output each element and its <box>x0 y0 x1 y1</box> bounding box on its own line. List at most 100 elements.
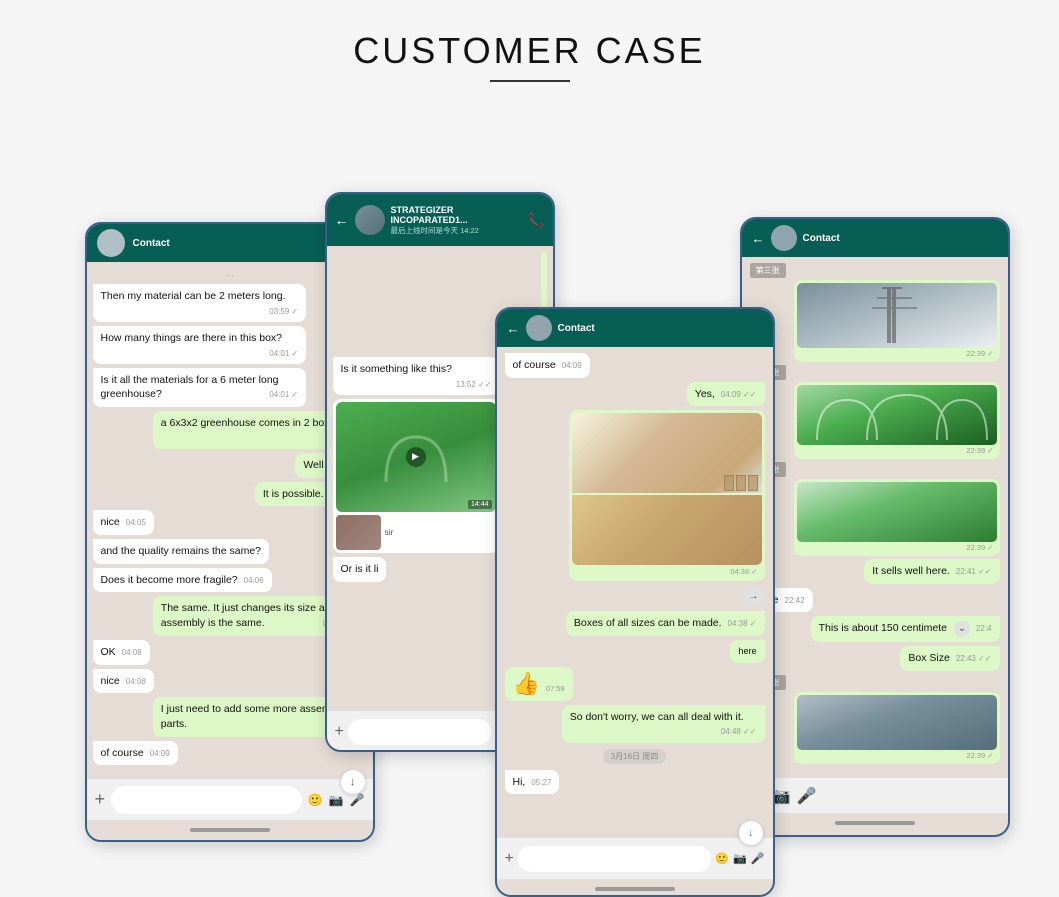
msg-time: 22:43 ✓✓ <box>956 653 992 664</box>
mic-icon-4[interactable]: 🎤 <box>797 786 817 806</box>
img-row-6: 22:39 ✓ <box>750 692 1000 764</box>
bubble: So don't worry, we can all deal with it.… <box>562 705 765 743</box>
msg-row: Hi, 05:27 <box>505 770 765 795</box>
footer-icons: 🙂 📷 🎤 <box>308 793 365 807</box>
emoji-icon-2[interactable]: + <box>335 723 344 741</box>
scroll-btn-3[interactable]: → <box>743 585 765 607</box>
chat-card-4: ← Contact 第三张 <box>740 217 1010 837</box>
msg-time: 04:38 ✓ <box>728 618 757 629</box>
scroll-down-button[interactable]: ↓ <box>341 770 365 794</box>
time-badge-2: 14:44 <box>468 500 492 509</box>
image-bubble-2: ▶ 14:44 sir <box>333 399 499 553</box>
bubble: Or is it li <box>333 557 387 582</box>
footer-icons-3: 🙂 📷 🎤 <box>715 852 764 865</box>
camera-icon-3[interactable]: 📷 <box>733 852 747 865</box>
camera-icon[interactable]: 📷 <box>329 793 344 807</box>
bubble: Yes, 04:09 ✓✓ <box>687 382 765 407</box>
msg-row-boxes: 04:36 ✓ <box>505 410 765 581</box>
call-icon[interactable]: 📞 <box>527 212 544 229</box>
avatar-1 <box>97 229 125 257</box>
home-indicator-4 <box>742 813 1008 833</box>
bubble: Does it become more fragile?04:06 <box>93 568 272 593</box>
home-bar <box>190 828 270 832</box>
reaction-bar-4: ↩ 📷 🎤 <box>742 777 1008 813</box>
sticker-icon-3[interactable]: 🙂 <box>715 852 729 865</box>
contact-name-4: Contact <box>803 233 840 244</box>
img-row-4: 22:39 ✓ <box>750 382 1000 459</box>
home-indicator-3 <box>497 879 773 897</box>
thumbsup-time: 07:59 <box>546 684 565 693</box>
msg-row: here 22:42 <box>750 588 1000 613</box>
boxes-image-top <box>572 413 762 493</box>
timestamp-divider: 3月16日 周四 <box>603 749 667 764</box>
bubble: nice04:05 <box>93 510 154 535</box>
boxes-time: 04:36 ✓ <box>572 565 762 578</box>
field-image-5: 22:39 ✓ <box>794 479 1000 556</box>
boxes-image-bottom <box>572 495 762 565</box>
section-sixth: 第六张 22:39 ✓ <box>750 675 1000 764</box>
bubble: and the quality remains the same? <box>93 539 270 564</box>
field-5-time: 22:39 ✓ <box>797 542 997 553</box>
section-third: 第三张 22:39 ✓ <box>750 263 1000 362</box>
bubble: It sells well here. 22:41 ✓✓ <box>864 559 999 584</box>
msg-row: Yes, 04:09 ✓✓ <box>505 382 765 407</box>
avatar-2 <box>355 205 385 235</box>
contact-name-3: Contact <box>558 323 595 334</box>
field-img-content-5 <box>797 482 997 542</box>
home-indicator-1 <box>87 820 373 840</box>
box-stack-overlay <box>724 475 758 491</box>
section-fourth: 第四张 22:39 ✓ <box>750 365 1000 459</box>
field-img-content-3 <box>797 283 997 348</box>
msg-row-thumbsup: 👍07:59 <box>505 667 765 701</box>
message-input[interactable] <box>111 786 302 814</box>
field-4-time: 22:39 ✓ <box>797 445 997 456</box>
contact-sub-2: 最后上线时间是今天 14:22 <box>391 225 522 236</box>
expand-btn[interactable]: ⌄ <box>954 621 970 637</box>
mic-icon[interactable]: 🎤 <box>350 793 365 807</box>
msg-time: 13:52 ✓✓ <box>456 379 492 390</box>
scroll-down-button-3[interactable]: ↓ <box>739 821 763 845</box>
chat-body-3: of course 04:09 Yes, 04:09 ✓✓ <box>497 347 773 837</box>
title-section: CUSTOMER CASE <box>0 0 1059 92</box>
play-icon-2[interactable]: ▶ <box>406 447 426 467</box>
bubble: Box Size 22:43 ✓✓ <box>900 646 999 671</box>
emoji-icon[interactable]: + <box>95 789 106 810</box>
chat-footer-1: + 🙂 📷 🎤 <box>87 778 373 820</box>
mic-icon-3[interactable]: 🎤 <box>751 852 765 865</box>
sticker-icon[interactable]: 🙂 <box>308 793 323 807</box>
field-3-time: 22:39 ✓ <box>797 348 997 359</box>
message-input-3[interactable] <box>518 846 712 872</box>
msg-time: 04:09 ✓✓ <box>721 389 757 400</box>
img-row-5: 22:39 ✓ <box>750 479 1000 556</box>
contact-name-2: STRATEGIZER INCOPARATED1... <box>391 205 522 225</box>
msg-row: → <box>505 585 765 607</box>
msg-row: Boxes of all sizes can be made. 04:38 ✓ <box>505 611 765 636</box>
chat-header-2: ← STRATEGIZER INCOPARATED1... 最后上线时间是今天 … <box>327 194 553 246</box>
back-icon[interactable]: ← <box>335 212 349 228</box>
msg-time: 04:48 ✓✓ <box>721 726 757 737</box>
emoji-icon-3[interactable]: + <box>505 850 514 868</box>
back-icon-3[interactable]: ← <box>507 321 520 336</box>
msg-row: It sells well here. 22:41 ✓✓ <box>750 559 1000 584</box>
msg-time: 04:09 <box>562 360 582 371</box>
chat-card-3: ← Contact of course 04:09 Yes, 04:09 ✓✓ <box>495 307 775 897</box>
msg-row: of course 04:09 <box>505 353 765 378</box>
msg-time: 22:41 ✓✓ <box>956 566 992 577</box>
msg-row: Box Size 22:43 ✓✓ <box>750 646 1000 671</box>
bubble: Then my material can be 2 meters long.03… <box>93 284 307 322</box>
avatar-4 <box>771 225 797 251</box>
msg-time: 04:09 <box>150 748 170 759</box>
bubble: OK04:08 <box>93 640 150 665</box>
screenshots-container: Contact ··· Then my material can be 2 me… <box>30 112 1030 862</box>
thumbsup-bubble: 👍07:59 <box>505 667 573 701</box>
field-img-content-4 <box>797 385 997 445</box>
back-icon-4[interactable]: ← <box>752 231 765 246</box>
msg-time: 04:08 <box>122 647 142 658</box>
bubble: Boxes of all sizes can be made. 04:38 ✓ <box>566 611 765 636</box>
page-title: CUSTOMER CASE <box>0 30 1059 72</box>
msg-row: of course04:09 <box>93 741 367 766</box>
message-input-2[interactable] <box>348 719 492 745</box>
section-label-3: 第三张 <box>750 263 786 278</box>
bubble: of course 04:09 <box>505 353 590 378</box>
bubble: here <box>730 640 764 663</box>
